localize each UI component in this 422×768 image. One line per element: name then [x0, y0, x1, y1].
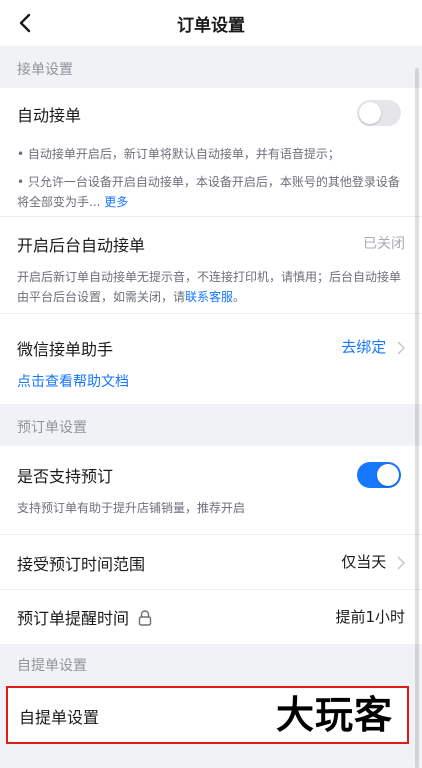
support-preorder-note: 支持预订单有助于提升店铺销量，推荐开启: [17, 501, 246, 515]
pickup-settings-title: 自提单设置: [19, 708, 100, 727]
section-label-pickup: 自提单设置: [17, 658, 87, 674]
support-preorder-toggle[interactable]: [357, 462, 401, 488]
wechat-helper-card: 微信接单助手 去绑定 点击查看帮助文档: [0, 314, 422, 404]
support-preorder-title: 是否支持预订: [17, 467, 114, 486]
chevron-right-icon: [397, 555, 405, 570]
auto-accept-toggle[interactable]: [357, 100, 401, 126]
wechat-helper-title: 微信接单助手: [17, 340, 114, 359]
background-accept-title: 开启后台自动接单: [17, 236, 146, 255]
preorder-range-row[interactable]: 接受预订时间范围 仅当天: [0, 535, 422, 589]
wechat-bind-label: 去绑定: [341, 338, 387, 356]
auto-accept-note-2-text: • 只允许一台设备开启自动接单，本设备开启后，本账号的其他登录设备将全部变为手.…: [17, 175, 400, 209]
support-preorder-card: 是否支持预订 支持预订单有助于提升店铺销量，推荐开启: [0, 446, 422, 534]
background-accept-note: 开启后新订单自动接单无提示音，不连接打印机，请慎用；后台自动接单由平台后台设置，…: [17, 267, 405, 307]
more-link[interactable]: 更多: [104, 195, 128, 209]
preorder-range-value: 仅当天: [341, 553, 387, 571]
back-button[interactable]: [10, 8, 40, 38]
background-accept-note-end: 。: [233, 290, 246, 304]
preorder-range-title: 接受预订时间范围: [17, 555, 146, 574]
toggle-knob: [359, 102, 381, 124]
section-label-preorder: 预订单设置: [17, 420, 87, 436]
back-arrow-icon: [19, 13, 31, 33]
pickup-settings-row[interactable]: 自提单设置 大玩客: [6, 686, 409, 744]
preorder-range-value-group: 仅当天: [341, 551, 405, 572]
wechat-bind-button[interactable]: 去绑定: [341, 336, 405, 357]
background-accept-card: 开启后台自动接单 已关闭 开启后新订单自动接单无提示音，不连接打印机，请慎用；后…: [0, 217, 422, 313]
auto-accept-card: 自动接单 • 自动接单开启后，新订单将默认自动接单，并有语音提示； • 只允许一…: [0, 88, 422, 216]
auto-accept-title: 自动接单: [17, 106, 82, 125]
help-doc-link[interactable]: 点击查看帮助文档: [17, 371, 129, 391]
top-bar: 订单设置: [0, 0, 422, 46]
toggle-knob: [377, 464, 399, 486]
watermark-logo: 大玩客: [275, 693, 393, 737]
contact-support-link[interactable]: 联系客服: [185, 290, 233, 304]
auto-accept-note-2: • 只允许一台设备开启自动接单，本设备开启后，本账号的其他登录设备将全部变为手.…: [17, 172, 405, 212]
auto-accept-note-1: • 自动接单开启后，新订单将默认自动接单，并有语音提示；: [17, 147, 340, 161]
page-title: 订单设置: [177, 15, 245, 36]
lock-icon: [138, 610, 152, 626]
preorder-reminder-title: 预订单提醒时间: [17, 609, 130, 628]
preorder-reminder-row[interactable]: 预订单提醒时间 提前1小时: [0, 590, 422, 644]
preorder-reminder-title-group: 预订单提醒时间: [17, 605, 152, 629]
scrollbar[interactable]: [415, 68, 419, 768]
background-accept-status: 已关闭: [363, 236, 405, 252]
section-label-accept: 接单设置: [17, 62, 73, 78]
preorder-reminder-value: 提前1小时: [335, 608, 405, 626]
chevron-right-icon: [397, 340, 405, 355]
